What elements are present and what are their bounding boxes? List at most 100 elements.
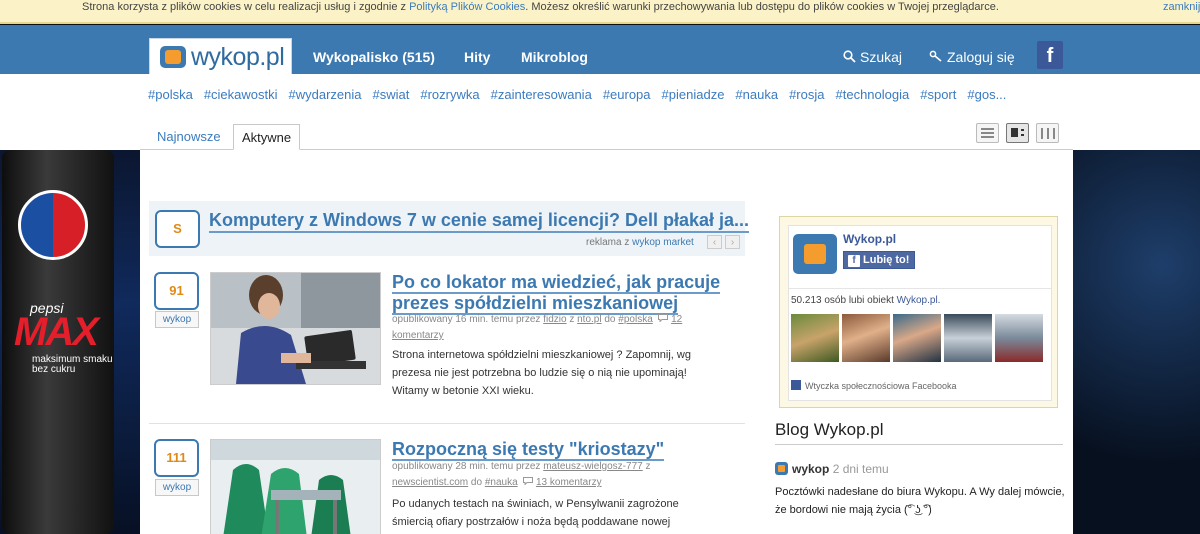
fan-avatar[interactable]: [944, 314, 992, 362]
tag-link[interactable]: #sport: [920, 87, 956, 102]
facebook-icon[interactable]: f: [1037, 41, 1063, 69]
fb-plugin-label: Wtyczka społecznościowa Facebooka: [791, 380, 957, 391]
tag-link[interactable]: #gos...: [967, 87, 1006, 102]
fb-count-text: 50.213 osób lubi obiekt: [791, 295, 894, 306]
author-link[interactable]: fidzio: [543, 314, 566, 325]
thumbnail-view-icon[interactable]: [1006, 123, 1029, 143]
fan-avatar[interactable]: [893, 314, 941, 362]
source-link[interactable]: nto.pl: [577, 314, 601, 325]
promo-prev-button[interactable]: ‹: [707, 235, 722, 249]
author-link[interactable]: mateusz-wielgosz-777: [543, 461, 643, 472]
tag-link[interactable]: #zainteresowania: [491, 87, 592, 102]
tag-link[interactable]: #polska: [148, 87, 193, 102]
entry-description: Po udanych testach na świniach, w Pensyl…: [392, 498, 679, 528]
ad-tagline-2: bez cukru: [32, 364, 76, 375]
tag-link[interactable]: #rozrywka: [420, 87, 479, 102]
ad-tagline: maksimum smaku bez cukru: [32, 355, 113, 375]
cookie-text: Strona korzysta z plików cookies w celu …: [82, 1, 410, 13]
promo-meta-prefix: reklama z: [586, 237, 630, 248]
hospital-photo-image: [211, 440, 380, 534]
nav-wykopalisko[interactable]: Wykopalisko (515): [313, 49, 435, 65]
entry-thumbnail[interactable]: [210, 272, 381, 385]
wykop-button[interactable]: wykop: [155, 311, 199, 328]
entry-title[interactable]: Po co lokator ma wiedzieć, jak pracuje p…: [392, 272, 752, 315]
entry-separator: [149, 423, 745, 424]
promoted-entry: S Komputery z Windows 7 w cenie samej li…: [149, 201, 750, 256]
grid-view-icon[interactable]: [1036, 123, 1059, 143]
login-link[interactable]: Zaloguj się: [929, 49, 1015, 65]
source-link[interactable]: newscientist.com: [392, 477, 468, 488]
tab-newest[interactable]: Najnowsze: [149, 124, 229, 150]
fb-divider: [789, 288, 1051, 289]
nav-hity[interactable]: Hity: [464, 49, 490, 65]
search-link[interactable]: Szukaj: [843, 49, 902, 65]
tag-link[interactable]: #swiat: [373, 87, 410, 102]
tag-link[interactable]: #polska: [618, 314, 652, 325]
ad-product: MAX: [14, 310, 99, 354]
entry-title-text[interactable]: Po co lokator ma wiedzieć, jak pracuje p…: [392, 272, 721, 315]
wykop-button[interactable]: wykop: [155, 479, 199, 496]
tag-link[interactable]: #wydarzenia: [289, 87, 362, 102]
nav-mikroblog[interactable]: Mikroblog: [521, 49, 588, 65]
fan-avatar[interactable]: [791, 314, 839, 362]
pepsi-ad-banner[interactable]: pepsi MAX maksimum smaku bez cukru: [0, 150, 140, 534]
fb-like-label: Lubię to!: [863, 254, 910, 266]
tag-list: #polska #ciekawostki #wydarzenia #swiat #roz…: [148, 87, 1017, 102]
tab-active[interactable]: Aktywne: [233, 124, 301, 150]
wykop-icon: [775, 462, 788, 475]
comments-link[interactable]: 13 komentarzy: [536, 477, 602, 488]
facebook-like-box: Wykop.pl f Lubię to! 50.213 osób lubi obi…: [779, 216, 1058, 408]
tag-link[interactable]: #nauka: [485, 477, 518, 488]
promo-meta: reklama z wykop market: [586, 237, 694, 248]
tag-link[interactable]: #europa: [603, 87, 651, 102]
promo-meta-link[interactable]: wykop market: [632, 237, 694, 248]
list-view-icon[interactable]: [976, 123, 999, 143]
fan-avatar[interactable]: [995, 314, 1043, 362]
tag-link[interactable]: #ciekawostki: [204, 87, 278, 102]
promo-next-button[interactable]: ›: [725, 235, 740, 249]
entry-title-text[interactable]: Rozpoczną się testy "kriostazy": [392, 439, 665, 461]
vote-count[interactable]: 91: [154, 272, 199, 310]
blog-divider: [775, 444, 1063, 445]
key-icon: [929, 50, 942, 62]
tag-link[interactable]: #pieniadze: [662, 87, 725, 102]
blog-author-row: wykop 2 dni temu: [775, 462, 889, 476]
tag-link[interactable]: #nauka: [735, 87, 778, 102]
meta-to: do: [470, 477, 483, 488]
facebook-icon: [791, 380, 801, 390]
entry-description: Strona internetowa spółdzielni mieszkani…: [392, 349, 691, 397]
blog-author[interactable]: wykop: [792, 462, 829, 476]
cookie-bar: Strona korzysta z plików cookies w celu …: [0, 0, 1200, 24]
blog-heading: Blog Wykop.pl: [775, 420, 884, 439]
meta-to: do: [604, 314, 616, 325]
cookie-close-link[interactable]: zamknij: [1163, 0, 1200, 14]
cookie-policy-link[interactable]: Polityką Plików Cookies: [409, 1, 525, 13]
vote-count[interactable]: 111: [154, 439, 199, 477]
search-label: Szukaj: [860, 49, 903, 65]
cookie-message: Strona korzysta z plików cookies w celu …: [82, 0, 999, 14]
tag-link[interactable]: #technologia: [836, 87, 910, 102]
logo-text: wykop.pl: [191, 43, 285, 71]
fb-like-button[interactable]: f Lubię to!: [843, 251, 916, 269]
fb-plugin-text: Wtyczka społecznościowa Facebooka: [805, 381, 957, 391]
meta-published: opublikowany 28 min. temu przez: [392, 461, 541, 472]
logo[interactable]: wykop.pl: [149, 38, 292, 75]
facebook-widget: Wykop.pl f Lubię to! 50.213 osób lubi obi…: [788, 225, 1052, 401]
comment-icon: [523, 477, 534, 486]
wykop-logo-icon[interactable]: [793, 234, 837, 274]
entry-meta: opublikowany 28 min. temu przez mateusz-…: [392, 459, 722, 491]
fb-page-name[interactable]: Wykop.pl: [843, 232, 896, 246]
wykop-logo-icon: [160, 46, 186, 68]
blog-post-text[interactable]: Pocztówki nadesłane do biura Wykopu. A W…: [775, 483, 1075, 519]
entry-title[interactable]: Rozpoczną się testy "kriostazy": [392, 439, 752, 461]
fb-count-link[interactable]: Wykop.pl.: [897, 295, 941, 306]
search-icon: [843, 50, 856, 63]
promo-title[interactable]: Komputery z Windows 7 w cenie samej lice…: [209, 209, 750, 233]
entry-thumbnail[interactable]: [210, 439, 381, 534]
tag-link[interactable]: #rosja: [789, 87, 824, 102]
blog-time: 2 dni temu: [832, 462, 889, 476]
fan-avatar[interactable]: [842, 314, 890, 362]
comment-icon: [658, 314, 669, 323]
promo-vote-box[interactable]: S: [155, 210, 200, 248]
fb-count: 50.213 osób lubi obiekt Wykop.pl.: [791, 295, 940, 306]
